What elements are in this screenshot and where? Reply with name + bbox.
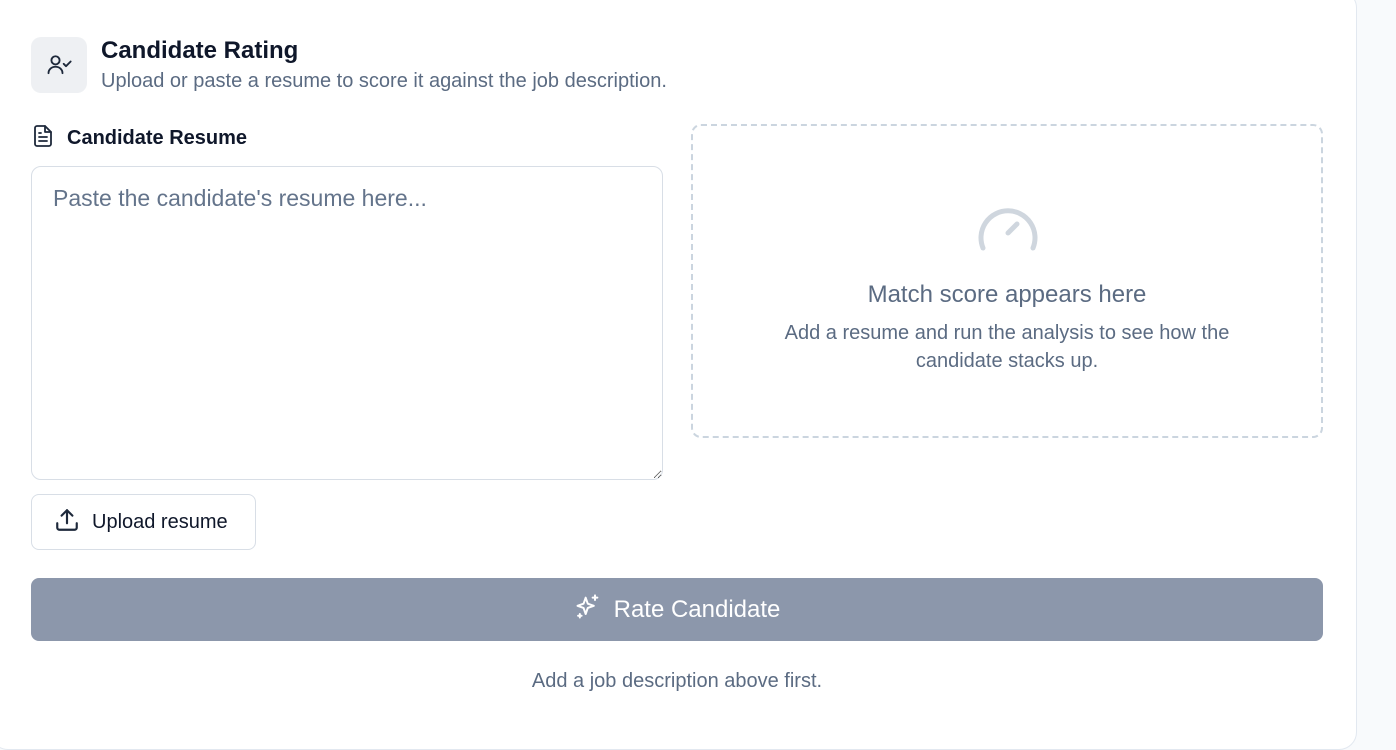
- rate-candidate-button[interactable]: Rate Candidate: [31, 578, 1323, 641]
- user-check-icon: [31, 37, 87, 93]
- resume-label: Candidate Resume: [67, 127, 248, 149]
- upload-icon: [54, 507, 80, 538]
- sparkles-icon: [574, 593, 602, 626]
- card-header: Candidate Rating Upload or paste a resum…: [31, 37, 667, 94]
- rate-candidate-label: Rate Candidate: [613, 595, 781, 623]
- match-score-panel: Match score appears here Add a resume an…: [691, 124, 1323, 438]
- job-description-hint: Add a job description above first.: [531, 670, 823, 692]
- gauge-icon: [975, 200, 1041, 259]
- upload-resume-label: Upload resume: [92, 510, 228, 533]
- resume-section-label: Candidate Resume: [31, 124, 247, 153]
- upload-resume-button[interactable]: Upload resume: [31, 494, 256, 550]
- page-title: Candidate Rating: [101, 37, 299, 64]
- resume-textarea[interactable]: [31, 166, 663, 480]
- match-score-title: Match score appears here: [867, 281, 1147, 308]
- page-subtitle: Upload or paste a resume to score it aga…: [101, 70, 667, 92]
- file-text-icon: [31, 124, 55, 153]
- match-score-description: Add a resume and run the analysis to see…: [784, 322, 1230, 372]
